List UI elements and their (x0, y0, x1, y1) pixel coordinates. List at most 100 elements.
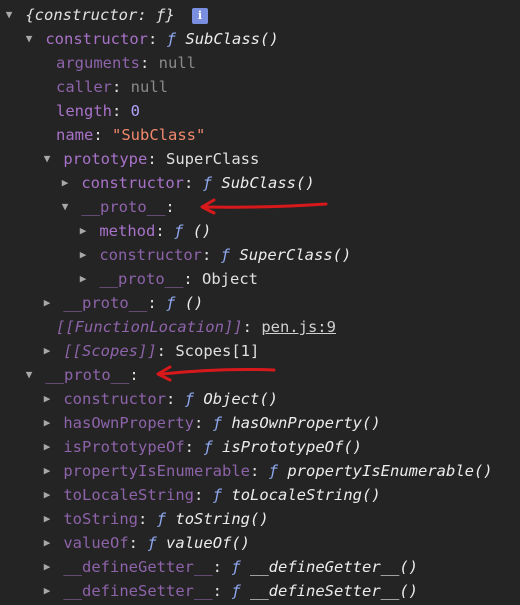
red-arrow-annotation (156, 365, 276, 382)
tree-row[interactable]: ▶ propertyIsEnumerable: ƒ propertyIsEnum… (0, 459, 520, 483)
tree-row[interactable]: ▶ __proto__: ƒ () (0, 291, 520, 315)
tree-row[interactable]: ▶ constructor: ƒ Object() (0, 387, 520, 411)
collapsed-triangle-icon[interactable]: ▶ (58, 171, 72, 195)
function-glyph: ƒ (184, 390, 195, 408)
property-value: () (192, 222, 212, 240)
property-key: name (56, 126, 94, 144)
tree-row[interactable]: length: 0 (0, 99, 520, 123)
property-value: valueOf() (166, 534, 251, 552)
collapsed-triangle-icon[interactable]: ▶ (40, 555, 54, 579)
collapsed-triangle-icon[interactable]: ▶ (40, 579, 54, 603)
property-value: SuperClass() (239, 246, 352, 264)
collapsed-triangle-icon[interactable]: ▶ (40, 435, 54, 459)
property-key: __proto__ (63, 294, 148, 312)
property-value: toLocaleString() (231, 486, 381, 504)
property-value: hasOwnProperty() (231, 414, 381, 432)
function-glyph: ƒ (147, 534, 157, 552)
tree-row[interactable]: arguments: null (0, 51, 520, 75)
property-key: __defineSetter__ (63, 582, 213, 600)
tree-row[interactable]: ▶ constructor: ƒ SuperClass() (0, 243, 520, 267)
property-value: toString() (175, 510, 269, 528)
property-key: constructor (63, 390, 166, 408)
expanded-triangle-icon[interactable]: ▼ (22, 27, 36, 51)
function-glyph: ƒ (268, 462, 278, 480)
tree-row[interactable]: ▶ [[Scopes]]: Scopes[1] (0, 339, 520, 363)
function-glyph: ƒ (174, 222, 184, 240)
property-value: SubClass() (185, 30, 279, 48)
tree-row[interactable]: ▶ method: ƒ () (0, 219, 520, 243)
collapsed-triangle-icon[interactable]: ▶ (76, 267, 90, 291)
function-glyph: ƒ (212, 486, 223, 504)
collapsed-triangle-icon[interactable]: ▶ (40, 411, 54, 435)
property-value: Scopes[1] (175, 342, 260, 360)
property-value: () (184, 294, 204, 312)
property-value: SubClass() (221, 174, 315, 192)
tree-row[interactable]: caller: null (0, 75, 520, 99)
property-key: hasOwnProperty (63, 414, 194, 432)
tree-row[interactable]: ▼ prototype: SuperClass (0, 147, 520, 171)
expanded-triangle-icon[interactable]: ▼ (58, 195, 72, 219)
tree-row[interactable]: [[FunctionLocation]]: pen.js:9 (0, 315, 520, 339)
root-object-row[interactable]: ▼ {constructor: ƒ} i (0, 3, 520, 27)
tree-row[interactable]: ▶ __defineSetter__: ƒ __defineSetter__() (0, 579, 520, 603)
collapsed-triangle-icon[interactable]: ▶ (40, 507, 54, 531)
collapsed-triangle-icon[interactable]: ▶ (40, 339, 54, 363)
property-key: prototype (63, 150, 148, 168)
function-glyph: ƒ (231, 582, 241, 600)
collapsed-triangle-icon[interactable]: ▶ (40, 483, 54, 507)
tree-row[interactable]: ▶ __proto__: Object (0, 267, 520, 291)
property-key: __proto__ (99, 270, 184, 288)
collapsed-triangle-icon[interactable]: ▶ (40, 459, 54, 483)
property-key: constructor (99, 246, 202, 264)
property-key: isPrototypeOf (63, 438, 185, 456)
property-key: arguments (56, 54, 140, 72)
collapsed-triangle-icon[interactable]: ▶ (76, 243, 90, 267)
property-key: toLocaleString (63, 486, 194, 504)
tree-row[interactable]: ▼ __proto__: (0, 195, 520, 219)
tree-row[interactable]: ▶ valueOf: ƒ valueOf() (0, 531, 520, 555)
property-key: method (99, 222, 156, 240)
property-key: caller (56, 78, 112, 96)
red-arrow-annotation (200, 198, 328, 215)
object-inspector-tree: ▼ {constructor: ƒ} i ▼ constructor: ƒ Su… (0, 3, 520, 603)
tree-row[interactable]: ▶ constructor: ƒ SubClass() (0, 171, 520, 195)
property-value: null (158, 54, 196, 72)
property-value: isPrototypeOf() (222, 438, 363, 456)
property-key: toString (63, 510, 138, 528)
function-glyph: ƒ (220, 246, 231, 264)
tree-row[interactable]: ▶ toLocaleString: ƒ toLocaleString() (0, 483, 520, 507)
function-glyph: ƒ (166, 30, 177, 48)
tree-row[interactable]: ▼ __proto__: (0, 363, 520, 387)
tree-row[interactable]: ▶ isPrototypeOf: ƒ isPrototypeOf() (0, 435, 520, 459)
collapsed-triangle-icon[interactable]: ▶ (40, 387, 54, 411)
property-value: Object() (203, 390, 279, 408)
property-key: constructor (81, 174, 184, 192)
expanded-triangle-icon[interactable]: ▼ (40, 147, 54, 171)
property-key: propertyIsEnumerable (63, 462, 250, 480)
collapsed-triangle-icon[interactable]: ▶ (40, 531, 54, 555)
source-link[interactable]: pen.js:9 (261, 318, 336, 336)
tree-row[interactable]: ▶ hasOwnProperty: ƒ hasOwnProperty() (0, 411, 520, 435)
tree-row[interactable]: ▶ __defineGetter__: ƒ __defineGetter__() (0, 555, 520, 579)
expanded-triangle-icon[interactable]: ▼ (2, 3, 16, 27)
function-glyph: ƒ (156, 510, 167, 528)
expanded-triangle-icon[interactable]: ▼ (22, 363, 36, 387)
collapsed-triangle-icon[interactable]: ▶ (40, 291, 54, 315)
property-value: "SubClass" (112, 126, 206, 144)
property-key: length (56, 102, 112, 120)
tree-row[interactable]: ▼ constructor: ƒ SubClass() (0, 27, 520, 51)
collapsed-triangle-icon[interactable]: ▶ (76, 219, 90, 243)
property-value: SuperClass (166, 150, 260, 168)
tree-row[interactable]: ▶ toString: ƒ toString() (0, 507, 520, 531)
info-icon[interactable]: i (192, 7, 208, 24)
property-value: propertyIsEnumerable() (287, 462, 493, 480)
function-glyph: ƒ (202, 174, 213, 192)
property-key: constructor (45, 30, 148, 48)
tree-row[interactable]: name: "SubClass" (0, 123, 520, 147)
property-value: Object (202, 270, 259, 288)
property-key: [[FunctionLocation]] (56, 318, 243, 336)
function-glyph: ƒ (231, 558, 241, 576)
property-key: __proto__ (81, 198, 166, 216)
property-key: [[Scopes]] (63, 342, 157, 360)
property-key: __proto__ (45, 366, 130, 384)
